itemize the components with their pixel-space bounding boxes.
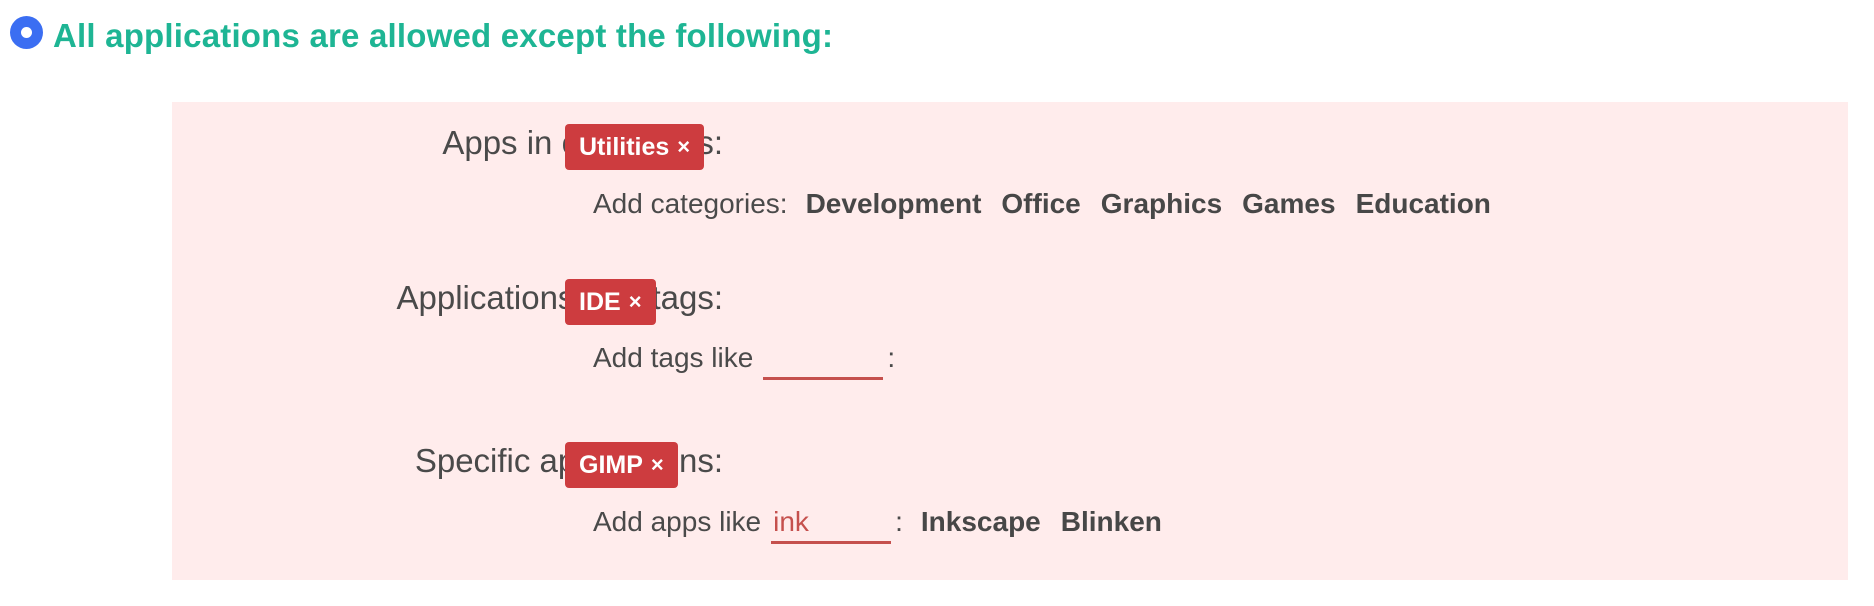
tags-colon: : (887, 342, 896, 373)
category-chip[interactable]: Utilities × (565, 124, 705, 170)
app-suggestion-inkscape[interactable]: Inkscape (921, 506, 1041, 538)
category-option-graphics[interactable]: Graphics (1101, 188, 1222, 220)
tag-search-input[interactable] (763, 342, 884, 380)
add-categories-label: Add categories: (593, 188, 788, 219)
apps-colon: : (895, 506, 903, 537)
remove-icon[interactable]: × (629, 289, 642, 315)
add-tags-row: Add tags like : (593, 342, 895, 380)
add-apps-row: Add apps like : Inkscape Blinken (593, 506, 1162, 544)
category-option-education[interactable]: Education (1356, 188, 1491, 220)
app-suggestion-blinken[interactable]: Blinken (1061, 506, 1162, 538)
radio-selected-icon[interactable] (10, 15, 43, 49)
blocklist-mode-label: All applications are allowed except the … (53, 17, 834, 54)
chip-label: IDE (579, 287, 621, 316)
tag-chip[interactable]: IDE × (565, 279, 656, 325)
tags-label: Applications with tags: (396, 279, 723, 316)
chip-label: GIMP (579, 450, 643, 479)
exceptions-panel: Apps in categories: Utilities × Add cate… (172, 102, 1848, 580)
category-option-office[interactable]: Office (1001, 188, 1080, 220)
chip-label: Utilities (579, 132, 670, 161)
category-option-development[interactable]: Development (806, 188, 982, 220)
add-tags-label: Add tags like (593, 342, 754, 373)
add-categories-row: Add categories: Development Office Graph… (593, 188, 1491, 220)
blocklist-mode-option[interactable]: All applications are allowed except the … (10, 14, 833, 58)
remove-icon[interactable]: × (651, 452, 664, 478)
category-option-games[interactable]: Games (1242, 188, 1335, 220)
app-chip[interactable]: GIMP × (565, 442, 678, 488)
remove-icon[interactable]: × (677, 134, 690, 160)
add-apps-label: Add apps like (593, 506, 762, 537)
app-search-input[interactable] (771, 506, 892, 544)
